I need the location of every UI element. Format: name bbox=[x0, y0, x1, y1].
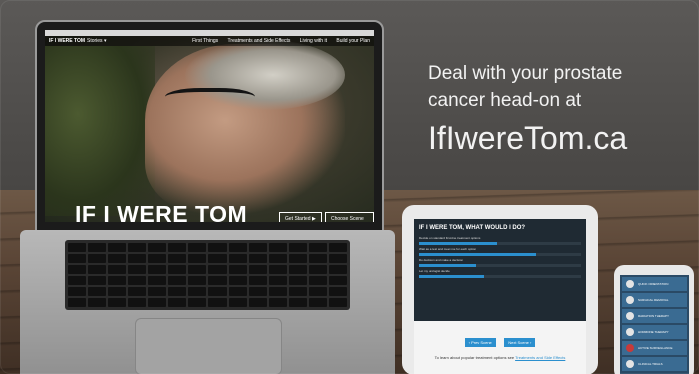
image-frame bbox=[0, 0, 699, 374]
promo-scene: IF I WERE TOM Stories ▾ First Things Tre… bbox=[0, 0, 699, 374]
